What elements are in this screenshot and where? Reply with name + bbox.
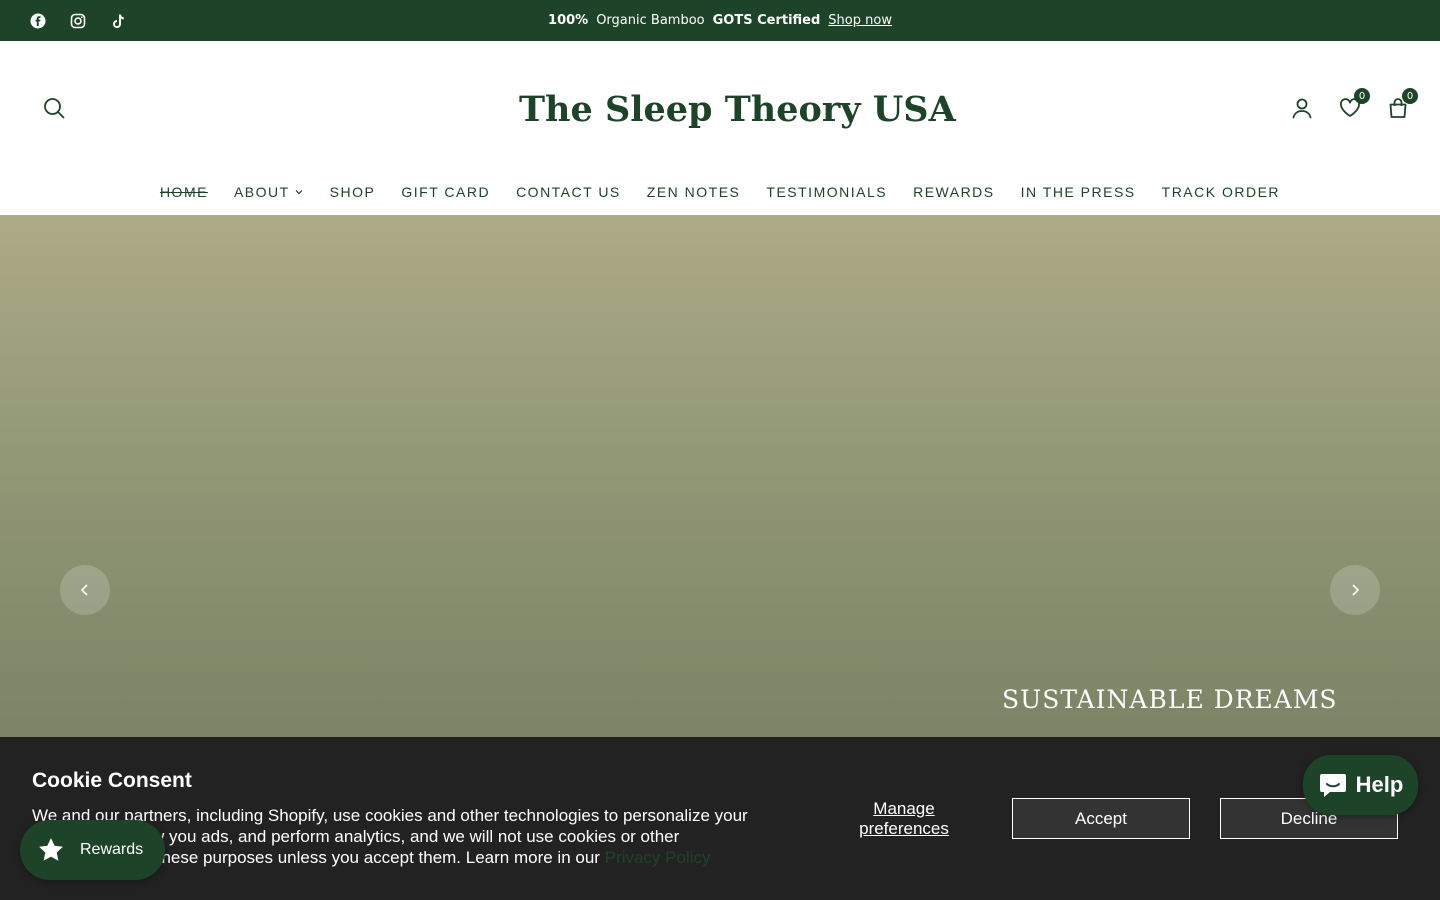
announcement-certified: GOTS Certified <box>712 13 821 28</box>
chevron-right-icon <box>1352 584 1360 596</box>
accept-button[interactable]: Accept <box>1012 798 1190 839</box>
rewards-launcher-button[interactable]: Rewards <box>20 820 165 880</box>
nav-in-the-press[interactable]: IN THE PRESS <box>1021 181 1136 203</box>
cart-count-badge: 0 <box>1402 88 1418 104</box>
announcement-bar: 100% Organic Bamboo GOTS Certified Shop … <box>0 0 1440 41</box>
main-nav: HOME ABOUT SHOP GIFT CARD CONTACT US ZEN… <box>0 181 1440 203</box>
cookie-consent-banner: Cookie Consent We and our partners, incl… <box>0 737 1440 900</box>
cart-icon[interactable]: 0 <box>1384 88 1418 122</box>
star-icon <box>39 838 63 861</box>
announcement-highlight: 100% <box>548 13 589 28</box>
nav-contact-us[interactable]: CONTACT US <box>516 181 621 203</box>
nav-rewards[interactable]: REWARDS <box>913 181 995 203</box>
nav-track-order[interactable]: TRACK ORDER <box>1162 181 1280 203</box>
announcement-text-part: Organic Bamboo <box>596 13 705 28</box>
chat-bubble-icon <box>1319 774 1346 797</box>
help-label: Help <box>1355 772 1404 797</box>
announcement-text: 100% Organic Bamboo GOTS Certified Shop … <box>0 0 1440 41</box>
shop-now-link[interactable]: Shop now <box>828 13 892 28</box>
nav-testimonials[interactable]: TESTIMONIALS <box>766 181 887 203</box>
next-slide-button[interactable] <box>1330 565 1380 615</box>
rewards-label: Rewards <box>80 841 144 858</box>
wishlist-count-badge: 0 <box>1354 88 1370 104</box>
nav-shop[interactable]: SHOP <box>330 181 376 203</box>
nav-about-label: ABOUT <box>233 184 290 200</box>
cookie-title: Cookie Consent <box>32 769 192 792</box>
nav-about[interactable]: ABOUT <box>234 181 304 203</box>
help-chat-button[interactable]: Help <box>1303 755 1418 815</box>
previous-slide-button[interactable] <box>60 565 110 615</box>
hero-slideshow: SUSTAINABLE DREAMS <box>0 215 1440 737</box>
nav-home[interactable]: HOME <box>160 181 208 203</box>
chevron-left-icon <box>80 584 88 596</box>
logo-text: The Sleep Theory USA <box>519 88 956 130</box>
manage-preferences-link[interactable]: Manage preferences <box>844 799 964 839</box>
site-logo[interactable]: The Sleep Theory USA <box>513 79 956 139</box>
site-header: The Sleep Theory USA 0 0 HOME ABOUT SHOP… <box>0 41 1440 215</box>
wishlist-icon[interactable]: 0 <box>1336 88 1370 122</box>
privacy-policy-link[interactable]: Privacy Policy <box>605 848 711 867</box>
search-icon[interactable] <box>40 94 68 122</box>
hero-heading: SUSTAINABLE DREAMS <box>1002 685 1338 714</box>
nav-zen-notes[interactable]: ZEN NOTES <box>647 181 741 203</box>
nav-gift-card[interactable]: GIFT CARD <box>401 181 490 203</box>
chevron-down-icon <box>295 190 303 195</box>
account-icon[interactable] <box>1288 94 1316 122</box>
